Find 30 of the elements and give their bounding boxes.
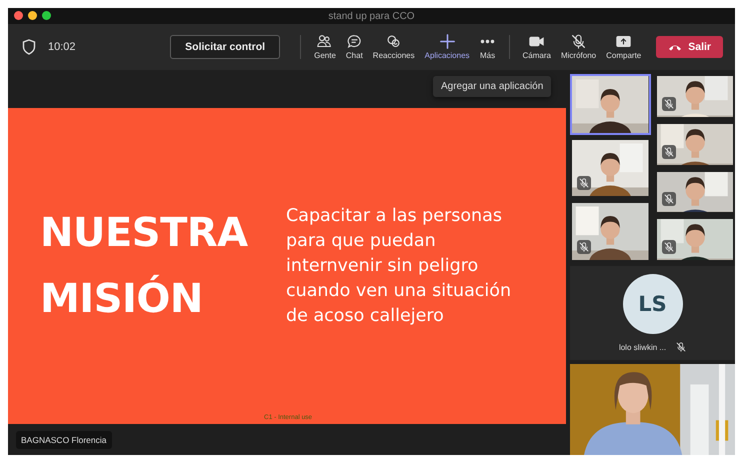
apps-icon (440, 34, 455, 49)
share-button[interactable]: Comparte (601, 34, 646, 60)
camera-icon (529, 34, 544, 49)
avatar-initials: LS (622, 274, 682, 334)
tooltip: Agregar una aplicación (433, 76, 552, 97)
request-control-button[interactable]: Solicitar control (170, 35, 280, 59)
minimize-icon[interactable] (28, 11, 37, 20)
apps-button[interactable]: Aplicaciones (420, 34, 475, 60)
shield-icon (22, 39, 36, 55)
leave-button[interactable]: Salir (656, 36, 723, 58)
phone-icon (668, 43, 682, 51)
reactions-icon (386, 34, 402, 49)
mic-button[interactable]: Micrófono (556, 34, 602, 60)
meeting-timer: 10:02 (48, 41, 76, 53)
close-icon[interactable] (14, 11, 23, 20)
reactions-button[interactable]: Reacciones (368, 34, 420, 60)
slide-heading: NUESTRA MISIÓN (40, 209, 249, 324)
more-button[interactable]: Más (474, 34, 501, 60)
camera-button[interactable]: Cámara (518, 34, 556, 60)
window-title: stand up para CCO (328, 10, 415, 22)
mic-off-icon (571, 34, 586, 49)
chat-button[interactable]: Chat (340, 34, 368, 60)
slide-text: Capacitar a las personas para que puedan internvenir sin peligro cuando ven una situación de acoso callejero (286, 204, 512, 328)
people-icon (317, 34, 332, 49)
presenter-name: BAGNASCO Florencia (16, 430, 112, 448)
maximize-icon[interactable] (42, 11, 51, 20)
participant-name: lolo sliwkin ... (618, 342, 666, 352)
share-icon (616, 34, 632, 49)
people-button[interactable]: Gente (309, 34, 341, 60)
chat-icon (346, 34, 362, 49)
